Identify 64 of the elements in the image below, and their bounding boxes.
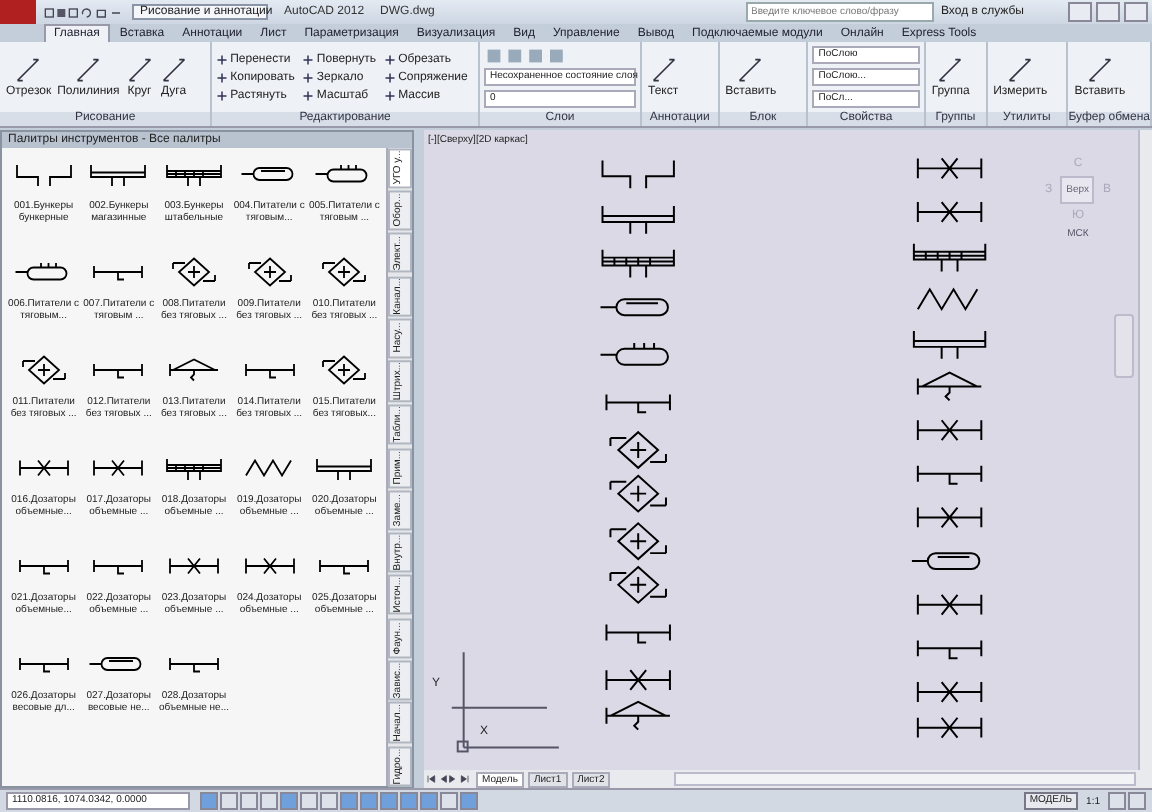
vertical-scrollbar[interactable] (1138, 130, 1152, 770)
tab-navigation-icon[interactable] (424, 774, 472, 784)
schematic-symbol-drawing[interactable] (916, 371, 983, 402)
schematic-symbol-drawing[interactable] (916, 681, 983, 703)
plus-icon (384, 53, 397, 65)
drafting-toggle-button[interactable] (360, 792, 378, 810)
drafting-toggle-button[interactable] (280, 792, 298, 810)
diagonal-line-icon (936, 56, 965, 84)
schematic-symbol-drawing[interactable] (605, 393, 671, 414)
drafting-toggle-button[interactable] (260, 792, 278, 810)
drafting-toggle-button[interactable] (400, 792, 418, 810)
plus-icon (216, 89, 229, 101)
plus-icon (302, 53, 315, 65)
plus-icon (384, 71, 397, 83)
schematic-symbol-drawing[interactable] (912, 330, 987, 360)
horizontal-scrollbar[interactable] (674, 772, 1136, 786)
schematic-symbol-drawing[interactable] (609, 474, 667, 513)
schematic-symbol-drawing[interactable] (916, 593, 983, 616)
drafting-toggle-button[interactable] (380, 792, 398, 810)
diagonal-line-icon (159, 56, 188, 84)
plus-icon (302, 89, 315, 101)
schematic-symbol-drawing[interactable] (912, 242, 987, 273)
schematic-symbol-drawing[interactable] (601, 159, 675, 190)
diagonal-line-icon (74, 56, 103, 84)
diagonal-line-icon (14, 56, 43, 84)
schematic-symbol-drawing[interactable] (916, 419, 983, 442)
drafting-toggle-button[interactable] (440, 792, 458, 810)
schematic-symbol-drawing[interactable] (609, 566, 667, 605)
ucs-axes-drawing (450, 651, 560, 753)
schematic-symbol-drawing[interactable] (609, 431, 667, 470)
plus-icon (216, 53, 229, 65)
diagonal-line-icon (1006, 56, 1035, 84)
drafting-toggle-button[interactable] (300, 792, 318, 810)
plus-icon (384, 89, 397, 101)
schematic-symbol-drawing[interactable] (605, 700, 671, 731)
schematic-symbol-drawing[interactable] (916, 287, 979, 312)
schematic-symbol-drawing[interactable] (916, 639, 983, 660)
diagonal-line-icon (1085, 56, 1114, 84)
quick-access-toolbar-icon[interactable] (44, 5, 124, 19)
diagonal-line-icon (125, 56, 154, 84)
drafting-toggle-button[interactable] (340, 792, 358, 810)
drafting-toggle-button[interactable] (200, 792, 218, 810)
schematic-symbol-drawing[interactable] (599, 298, 669, 317)
diagonal-line-icon (736, 56, 765, 84)
schematic-symbol-drawing[interactable] (605, 623, 671, 644)
schematic-symbol-drawing[interactable] (916, 506, 983, 529)
drafting-toggle-button[interactable] (220, 792, 238, 810)
drafting-toggle-button[interactable] (420, 792, 438, 810)
plus-icon (216, 71, 229, 83)
drafting-toggle-button[interactable] (240, 792, 258, 810)
schematic-symbol-drawing[interactable] (601, 248, 675, 279)
schematic-symbol-drawing[interactable] (910, 552, 981, 570)
schematic-symbol-drawing[interactable] (609, 522, 667, 561)
schematic-symbol-drawing[interactable] (916, 201, 983, 223)
drafting-toggle-button[interactable] (320, 792, 338, 810)
diagonal-line-icon (649, 56, 678, 84)
schematic-symbol-drawing[interactable] (916, 157, 983, 180)
drafting-toggle-button[interactable] (460, 792, 478, 810)
schematic-symbol-drawing[interactable] (599, 341, 669, 366)
schematic-symbol-drawing[interactable] (916, 464, 983, 485)
schematic-symbol-drawing[interactable] (605, 669, 671, 691)
schematic-symbol-drawing[interactable] (601, 205, 675, 235)
plus-icon (302, 71, 315, 83)
schematic-symbol-drawing[interactable] (916, 716, 983, 739)
